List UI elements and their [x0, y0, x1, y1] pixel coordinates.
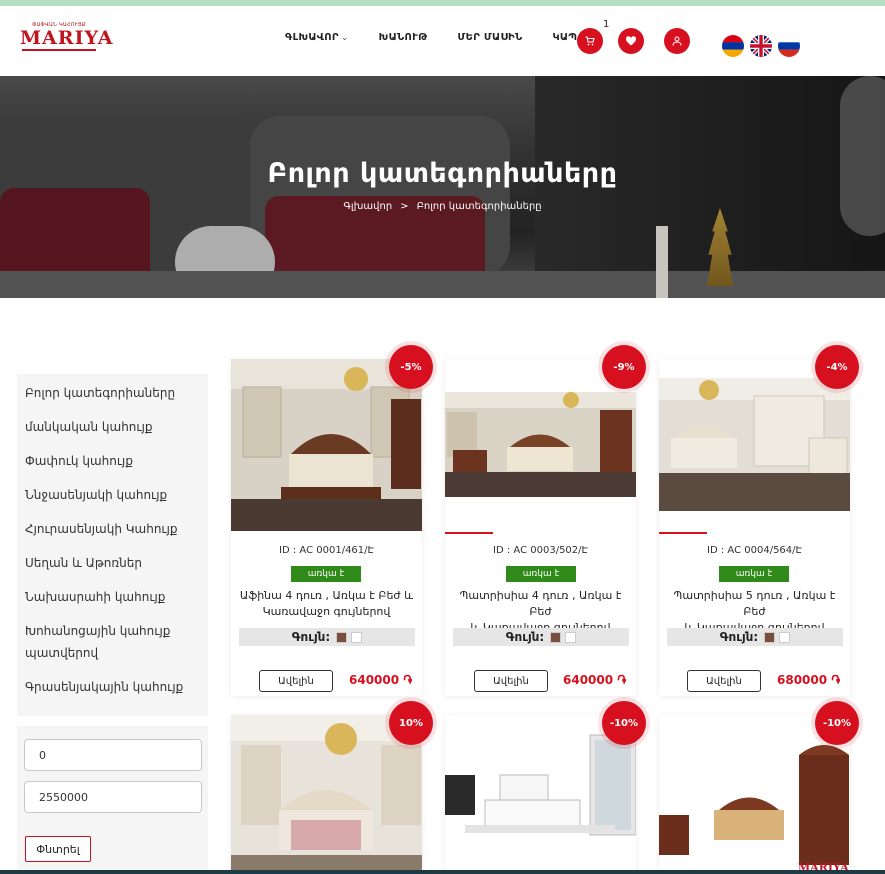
discount-badge: -5%	[389, 345, 433, 389]
product-price: 680000 ֏	[777, 673, 841, 687]
user-icon	[672, 36, 682, 46]
product-name-line-1: Պատրիսիա 5 դուռ , Առկա է Բեժ	[673, 589, 836, 618]
page-title: Բոլոր կատեգորիաները	[267, 158, 618, 189]
breadcrumb-separator: >	[400, 201, 409, 212]
product-image[interactable]	[445, 392, 636, 497]
discount-badge: -10%	[815, 701, 859, 745]
discount-badge: -10%	[602, 701, 646, 745]
breadcrumb-current: Բոլոր կատեգորիաները	[416, 201, 542, 212]
product-id: ID : AC 0001/461/Է	[279, 545, 374, 556]
discount-badge: 10%	[389, 701, 433, 745]
product-card[interactable]: 10%	[231, 701, 433, 874]
sidebar-item-all[interactable]: Բոլոր կատեգորիաները	[17, 382, 208, 404]
sidebar-item-kitchen[interactable]: Խոհանոցային կահույք պատվերով	[17, 620, 208, 664]
price-filter: 0 2550000 Փնտրել	[17, 726, 208, 874]
hero-banner: Բոլոր կատեգորիաները Գլխավոր > Բոլոր կատեգո…	[0, 76, 885, 298]
sidebar-item-soft[interactable]: Փափուկ կահույք	[17, 450, 208, 472]
stock-badge: առկա է	[719, 566, 789, 582]
discount-badge: -4%	[815, 345, 859, 389]
stock-badge: առկա է	[291, 566, 361, 582]
cart-count: 1	[603, 19, 610, 30]
flag-english-icon[interactable]	[750, 35, 772, 57]
color-options: Գույն:	[667, 628, 843, 646]
price-max-input[interactable]: 2550000	[24, 781, 202, 813]
product-price: 640000 ֏	[563, 673, 627, 687]
accent-line	[445, 532, 493, 534]
search-button[interactable]: Փնտրել	[25, 836, 91, 862]
product-card[interactable]: -9% ID : AC 0003/502/Է առկա է Պատրիսիա 4…	[445, 345, 646, 696]
product-name-line-1: Աֆինա 4 դուռ , Առկա է Բեժ և	[239, 589, 414, 602]
more-button[interactable]: Ավելին	[474, 670, 548, 692]
flag-armenian-icon[interactable]	[722, 35, 744, 57]
chevron-down-icon: ⌄	[340, 33, 349, 43]
nav-home[interactable]: ԳԼԽԱՎՈՐ ⌄	[285, 32, 349, 43]
accent-line	[659, 532, 707, 534]
product-card[interactable]: -10% MARIYA	[659, 701, 859, 874]
color-options: Գույն:	[239, 628, 415, 646]
product-image[interactable]	[445, 715, 636, 874]
nav-shop[interactable]: ԽԱՆՈՒԹ	[379, 32, 428, 43]
color-swatch-brown[interactable]	[764, 631, 776, 643]
product-card[interactable]: -10%	[445, 701, 646, 874]
color-options: Գույն:	[453, 628, 629, 646]
main-nav: ԳԼԽԱՎՈՐ ⌄ ԽԱՆՈՒԹ ՄԵՐ ՄԱՍԻՆ ԿԱՊ	[285, 32, 607, 43]
color-swatch-brown[interactable]	[336, 631, 348, 643]
cart-icon	[585, 36, 595, 46]
nav-about[interactable]: ՄԵՐ ՄԱՍԻՆ	[457, 32, 522, 43]
sidebar-item-tables-chairs[interactable]: Սեղան և Աթոռներ	[17, 552, 208, 574]
cart-button[interactable]	[577, 28, 603, 54]
logo-underline	[22, 49, 96, 51]
product-id: ID : AC 0003/502/Է	[493, 545, 588, 556]
breadcrumb: Գլխավոր > Բոլոր կատեգորիաները	[0, 201, 885, 212]
heart-icon	[625, 36, 637, 46]
product-image[interactable]	[231, 359, 422, 531]
product-card[interactable]: -5% ID : AC 0001/461/Է առկա է Աֆինա 4 դո…	[231, 345, 433, 696]
category-sidebar: Բոլոր կատեգորիաները մանկական կահույք Փափ…	[17, 374, 208, 716]
color-swatch-white[interactable]	[779, 631, 791, 643]
product-name-line-1: Պատրիսիա 4 դուռ , Առկա է Բեժ	[459, 589, 622, 618]
breadcrumb-home[interactable]: Գլխավոր	[343, 201, 392, 212]
sidebar-item-kids[interactable]: մանկական կահույք	[17, 416, 208, 438]
site-logo[interactable]: ՓԱՓՎԱՆ ԿԱՀՈՒՅՔ MARIYA	[20, 22, 114, 62]
discount-badge: -9%	[602, 345, 646, 389]
product-card[interactable]: -4% ID : AC 0004/564/Է առկա է Պատրիսիա 5…	[659, 345, 859, 696]
product-price: 640000 ֏	[349, 673, 413, 687]
sidebar-item-hallway[interactable]: Նախասրահի կահույք	[17, 586, 208, 608]
site-header: ՓԱՓՎԱՆ ԿԱՀՈՒՅՔ MARIYA ԳԼԽԱՎՈՐ ⌄ ԽԱՆՈՒԹ ՄԵ…	[0, 6, 885, 76]
product-name-line-2: Կառավաջո գույներով	[262, 605, 391, 618]
account-button[interactable]	[664, 28, 690, 54]
more-button[interactable]: Ավելին	[687, 670, 761, 692]
stock-badge: առկա է	[506, 566, 576, 582]
color-label: Գույն:	[291, 630, 331, 644]
product-image[interactable]	[231, 715, 422, 874]
sidebar-item-living-room[interactable]: Հյուրասենյակի Կահույք	[17, 518, 208, 540]
color-label: Գույն:	[505, 630, 545, 644]
sidebar-item-bedroom[interactable]: Ննջասենյակի կահույք	[17, 484, 208, 506]
wishlist-button[interactable]	[618, 28, 644, 54]
logo-name: MARIYA	[20, 27, 114, 49]
sidebar-item-office[interactable]: Գրասենյակային կահույք	[17, 676, 208, 698]
sidebar-item-kitchen-label: Խոհանոցային կահույք	[25, 624, 171, 638]
more-button[interactable]: Ավելին	[259, 670, 333, 692]
color-swatch-brown[interactable]	[550, 631, 562, 643]
flag-russian-icon[interactable]	[778, 35, 800, 57]
sidebar-item-kitchen-label-2: պատվերով	[25, 646, 99, 660]
color-swatch-white[interactable]	[351, 631, 363, 643]
color-swatch-white[interactable]	[565, 631, 577, 643]
product-id: ID : AC 0004/564/Է	[707, 545, 802, 556]
nav-home-label: ԳԼԽԱՎՈՐ	[285, 32, 339, 43]
product-image[interactable]	[659, 378, 850, 511]
nav-contact[interactable]: ԿԱՊ	[552, 32, 577, 43]
color-label: Գույն:	[719, 630, 759, 644]
product-name[interactable]: Աֆինա 4 դուռ , Առկա է Բեժ և Կառավաջո գույ…	[239, 588, 414, 620]
price-min-input[interactable]: 0	[24, 739, 202, 771]
bottom-bar	[0, 870, 885, 874]
